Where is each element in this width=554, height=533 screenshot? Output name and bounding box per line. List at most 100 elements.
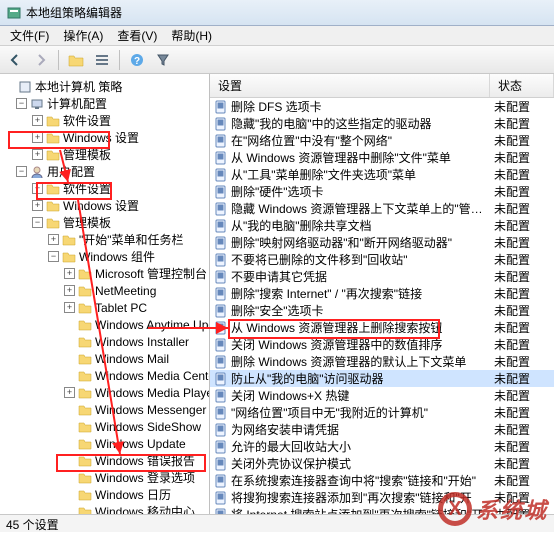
tree-item[interactable]: Windows 移动中心 [0,503,209,514]
setting-row[interactable]: 从 Windows 资源管理器中删除"文件"菜单未配置 [210,149,554,166]
setting-label: 不要将已删除的文件移到"回收站" [231,251,494,268]
menu-view[interactable]: 查看(V) [111,25,163,46]
tree-item[interactable]: +Windows Media Player [0,384,209,401]
folder-icon [78,369,92,383]
tree-item[interactable]: Windows 日历 [0,486,209,503]
tree-item[interactable]: Windows 错误报告 [0,452,209,469]
setting-row[interactable]: 在"网络位置"中没有"整个网络"未配置 [210,132,554,149]
collapse-icon[interactable]: − [32,217,43,228]
setting-row[interactable]: 删除"安全"选项卡未配置 [210,302,554,319]
expand-icon[interactable]: + [32,132,43,143]
tree-item[interactable]: Windows Anytime Upgrade [0,316,209,333]
menu-help[interactable]: 帮助(H) [165,25,218,46]
tree-item[interactable]: Windows Update [0,435,209,452]
help-button[interactable]: ? [126,49,148,71]
setting-row[interactable]: 关闭外壳协议保护模式未配置 [210,455,554,472]
column-setting[interactable]: 设置 [210,74,490,97]
policy-icon [214,355,228,369]
policy-icon [214,168,228,182]
setting-row[interactable]: 从 Windows 资源管理器上删除搜索按钮未配置 [210,319,554,336]
setting-row[interactable]: 不要申请其它凭据未配置 [210,268,554,285]
tree-item[interactable]: +软件设置 [0,112,209,129]
setting-label: 隐藏 Windows 资源管理器上下文菜单上的"管理"项目 [231,200,494,217]
setting-status: 未配置 [494,353,550,370]
expand-icon[interactable]: + [32,149,43,160]
setting-row[interactable]: 防止从"我的电脑"访问驱动器未配置 [210,370,554,387]
folder-icon [62,233,76,247]
folder-icon [78,420,92,434]
list-view-button[interactable] [91,49,113,71]
tree-item[interactable]: +Tablet PC [0,299,209,316]
setting-row[interactable]: 不要将已删除的文件移到"回收站"未配置 [210,251,554,268]
setting-row[interactable]: 允许的最大回收站大小未配置 [210,438,554,455]
setting-row[interactable]: 删除 DFS 选项卡未配置 [210,98,554,115]
tree-root[interactable]: 本地计算机 策略 [0,78,209,95]
policy-icon [214,151,228,165]
folder-icon [62,250,76,264]
tree-admin-templates[interactable]: −管理模板 [0,214,209,231]
tree-user-config[interactable]: − 用户配置 [0,163,209,180]
tree-item[interactable]: +Windows 设置 [0,129,209,146]
expand-icon[interactable]: + [64,387,75,398]
expand-icon[interactable]: + [64,268,75,279]
tree-item[interactable]: Windows Media Center [0,367,209,384]
folder-icon [78,284,92,298]
expand-icon[interactable]: + [32,115,43,126]
setting-label: 从 Windows 资源管理器上删除搜索按钮 [231,319,494,336]
setting-status: 未配置 [494,166,550,183]
setting-status: 未配置 [494,251,550,268]
tree-item[interactable]: +软件设置 [0,180,209,197]
tree-item[interactable]: Windows Mail [0,350,209,367]
policy-icon [214,389,228,403]
tree-item[interactable]: Windows 登录选项 [0,469,209,486]
menu-action[interactable]: 操作(A) [57,25,109,46]
setting-label: 从"我的电脑"删除共享文档 [231,217,494,234]
tree-item[interactable]: Windows SideShow [0,418,209,435]
setting-row[interactable]: 隐藏"我的电脑"中的这些指定的驱动器未配置 [210,115,554,132]
collapse-icon[interactable]: − [16,166,27,177]
tree-pane[interactable]: 本地计算机 策略 − 计算机配置 +软件设置 +Windows 设置 +管理模板… [0,74,210,514]
collapse-icon[interactable]: − [16,98,27,109]
back-button[interactable] [4,49,26,71]
watermark-text: 系统城 [476,493,548,525]
folder-icon [78,352,92,366]
setting-row[interactable]: 删除 Windows 资源管理器的默认上下文菜单未配置 [210,353,554,370]
title-bar: 本地组策略编辑器 [0,0,554,26]
setting-row[interactable]: 隐藏 Windows 资源管理器上下文菜单上的"管理"项目未配置 [210,200,554,217]
list-pane[interactable]: 设置 状态 删除 DFS 选项卡未配置隐藏"我的电脑"中的这些指定的驱动器未配置… [210,74,554,514]
setting-row[interactable]: 删除"硬件"选项卡未配置 [210,183,554,200]
expand-icon[interactable]: + [48,234,59,245]
expand-icon[interactable]: + [64,285,75,296]
setting-row[interactable]: "网络位置"项目中无"我附近的计算机"未配置 [210,404,554,421]
expand-icon[interactable]: + [64,302,75,313]
tree-item[interactable]: +NetMeeting [0,282,209,299]
column-status[interactable]: 状态 [490,74,554,97]
tree-item[interactable]: +"开始"菜单和任务栏 [0,231,209,248]
tree-windows-components[interactable]: −Windows 组件 [0,248,209,265]
menu-file[interactable]: 文件(F) [4,25,55,46]
collapse-icon[interactable]: − [48,251,59,262]
setting-row[interactable]: 删除"映射网络驱动器"和"断开网络驱动器"未配置 [210,234,554,251]
setting-row[interactable]: 为网络安装申请凭据未配置 [210,421,554,438]
toolbar-separator [58,50,59,70]
setting-row[interactable]: 关闭 Windows+X 热键未配置 [210,387,554,404]
filter-button[interactable] [152,49,174,71]
expand-icon[interactable]: + [32,183,43,194]
expand-icon[interactable]: + [32,200,43,211]
tree-item[interactable]: Windows Messenger [0,401,209,418]
tree-item[interactable]: +Microsoft 管理控制台 [0,265,209,282]
setting-label: 删除"安全"选项卡 [231,302,494,319]
tree-item[interactable]: +Windows 设置 [0,197,209,214]
setting-row[interactable]: 在系统搜索连接器查询中将"搜索"链接和"开始"未配置 [210,472,554,489]
tree-computer-config[interactable]: − 计算机配置 [0,95,209,112]
tree-item[interactable]: +管理模板 [0,146,209,163]
tree-item[interactable]: Windows Installer [0,333,209,350]
setting-row[interactable]: 从"工具"菜单删除"文件夹选项"菜单未配置 [210,166,554,183]
setting-label: 关闭 Windows 资源管理器中的数值排序 [231,336,494,353]
setting-label: 从 Windows 资源管理器中删除"文件"菜单 [231,149,494,166]
setting-row[interactable]: 关闭 Windows 资源管理器中的数值排序未配置 [210,336,554,353]
up-button[interactable] [65,49,87,71]
setting-row[interactable]: 从"我的电脑"删除共享文档未配置 [210,217,554,234]
setting-row[interactable]: 删除"搜索 Internet" / "再次搜索"链接未配置 [210,285,554,302]
forward-button[interactable] [30,49,52,71]
